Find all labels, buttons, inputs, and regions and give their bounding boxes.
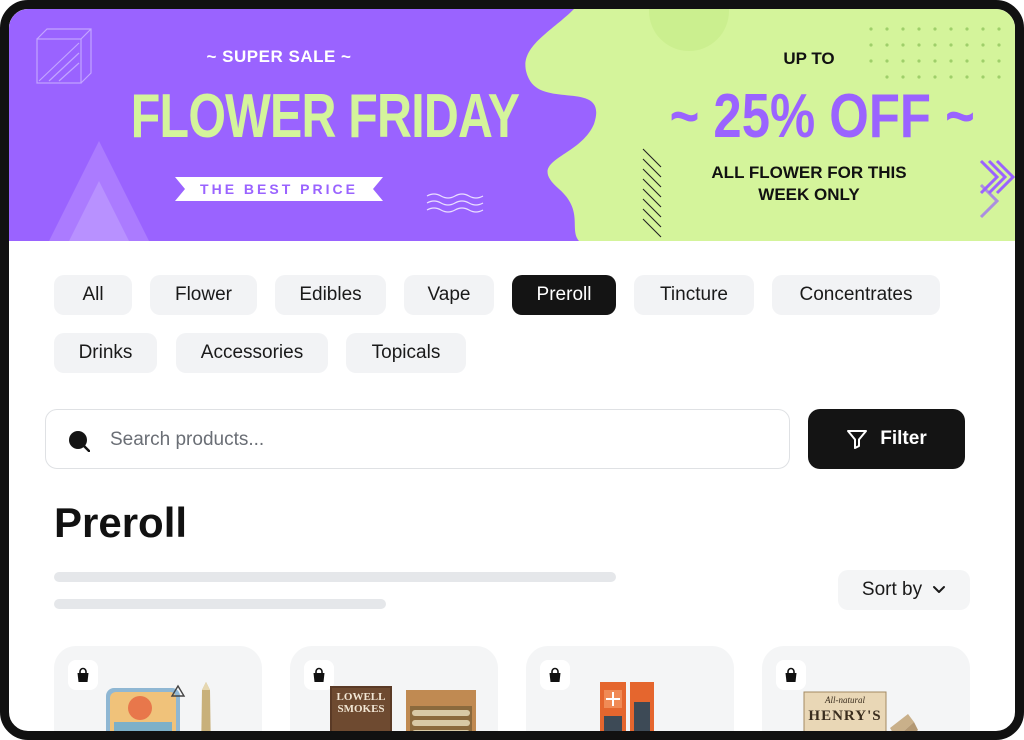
product-card[interactable] bbox=[54, 646, 262, 731]
product-image bbox=[600, 682, 654, 731]
skeleton-line-2 bbox=[54, 599, 386, 609]
filter-icon bbox=[847, 430, 868, 449]
device-frame: ~ SUPER SALE ~ FLOWER FRIDAY THE BEST PR… bbox=[0, 0, 1024, 740]
search-input[interactable] bbox=[110, 422, 770, 458]
category-chip-edibles[interactable]: Edibles bbox=[275, 275, 386, 315]
product-image bbox=[106, 682, 211, 731]
category-chip-topicals[interactable]: Topicals bbox=[346, 333, 466, 373]
offer-line-2: WEEK ONLY bbox=[758, 185, 860, 204]
product-package-sublabel: All-natural bbox=[825, 695, 865, 705]
up-to-label: UP TO bbox=[783, 49, 835, 68]
page-title: Preroll bbox=[54, 499, 188, 546]
product-package-label: LOWELL SMOKES bbox=[336, 691, 386, 715]
offer-line-1: ALL FLOWER FOR THIS bbox=[711, 163, 907, 182]
sort-label: Sort by bbox=[861, 579, 923, 600]
category-chip-tincture[interactable]: Tincture bbox=[634, 275, 754, 315]
product-card[interactable]: All-natural HENRY'S bbox=[762, 646, 970, 731]
banner-tagline: THE BEST PRICE bbox=[200, 181, 358, 197]
category-chip-preroll[interactable]: Preroll bbox=[512, 275, 616, 315]
sort-button[interactable]: Sort by bbox=[838, 570, 970, 610]
category-chip-all[interactable]: All bbox=[54, 275, 132, 315]
product-image bbox=[330, 686, 476, 731]
product-image bbox=[803, 691, 918, 731]
filter-button[interactable]: Filter bbox=[808, 409, 965, 469]
product-package-label: HENRY'S bbox=[808, 708, 882, 724]
skeleton-line-1 bbox=[54, 572, 616, 582]
product-card[interactable] bbox=[526, 646, 734, 731]
search-icon bbox=[69, 431, 90, 452]
banner-headline: FLOWER FRIDAY bbox=[130, 82, 520, 151]
chevron-down-icon bbox=[933, 586, 946, 593]
discount-label: ~ 25% OFF ~ bbox=[669, 82, 975, 151]
promo-banner[interactable]: ~ SUPER SALE ~ FLOWER FRIDAY THE BEST PR… bbox=[9, 9, 1015, 241]
super-sale-label: ~ SUPER SALE ~ bbox=[206, 47, 352, 66]
category-chip-vape[interactable]: Vape bbox=[404, 275, 494, 315]
offer-text: ALL FLOWER FOR THIS WEEK ONLY bbox=[689, 162, 929, 206]
filter-label: Filter bbox=[880, 428, 927, 449]
category-chip-concentrates[interactable]: Concentrates bbox=[772, 275, 940, 315]
product-card[interactable]: LOWELL SMOKES bbox=[290, 646, 498, 731]
search-box bbox=[45, 409, 790, 469]
category-chip-accessories[interactable]: Accessories bbox=[176, 333, 328, 373]
category-chip-drinks[interactable]: Drinks bbox=[54, 333, 157, 373]
category-chip-flower[interactable]: Flower bbox=[150, 275, 257, 315]
